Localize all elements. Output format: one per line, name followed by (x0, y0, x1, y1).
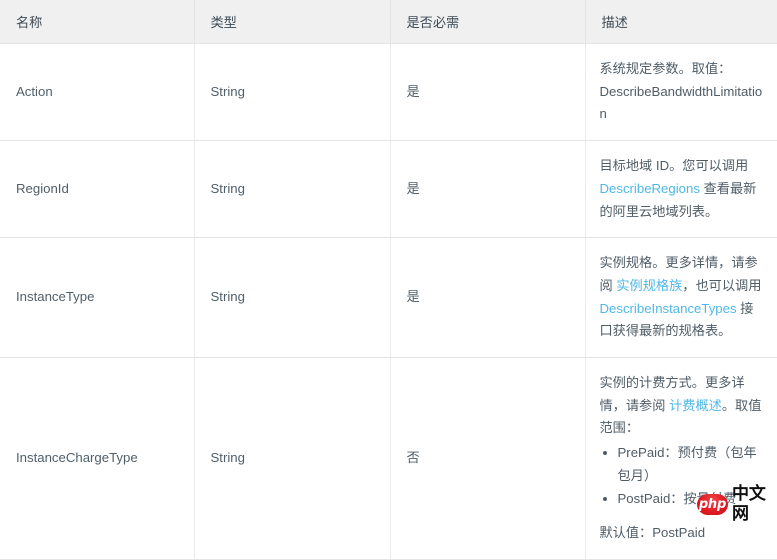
column-header-required: 是否必需 (390, 0, 586, 44)
description-segment: ，也可以调用 (682, 277, 762, 293)
describe-regions-link[interactable]: DescribeRegions (600, 181, 700, 196)
cell-parameter-description: 目标地域 ID。您可以调用 DescribeRegions 查看最新的阿里云地域… (585, 140, 777, 239)
description-segment: 系统规定参数。取值：DescribeBandwidthLimitation (599, 61, 763, 122)
api-parameter-table: 名称 类型 是否必需 描述 Action String 是 系统规定参数。取值：… (0, 0, 777, 560)
api-parameter-table-wrapper: 名称 类型 是否必需 描述 Action String 是 系统规定参数。取值：… (0, 0, 777, 560)
table-row: InstanceType String 是 实例规格。更多详情，请参阅 实例规格… (0, 237, 777, 359)
table-row: Action String 是 系统规定参数。取值：DescribeBandwi… (0, 43, 777, 142)
description-text: 实例规格。更多详情，请参阅 实例规格族，也可以调用 DescribeInstan… (600, 252, 764, 343)
cell-parameter-name: InstanceType (0, 237, 195, 359)
column-header-description: 描述 (585, 0, 777, 44)
table-body: Action String 是 系统规定参数。取值：DescribeBandwi… (0, 43, 777, 560)
list-item: PrePaid：预付费（包年包月） (618, 442, 764, 487)
table-header: 名称 类型 是否必需 描述 (0, 0, 777, 44)
table-row: InstanceChargeType String 否 实例的计费方式。更多详情… (0, 357, 777, 560)
table-header-row: 名称 类型 是否必需 描述 (0, 0, 777, 44)
cell-parameter-description: 实例规格。更多详情，请参阅 实例规格族，也可以调用 DescribeInstan… (585, 237, 777, 359)
cell-parameter-required: 是 (390, 237, 586, 359)
description-segment: 目标地域 ID。您可以调用 (599, 158, 749, 174)
cell-parameter-type: String (194, 237, 391, 359)
describe-instance-types-link[interactable]: DescribeInstanceTypes (600, 301, 737, 316)
instance-type-family-link[interactable]: 实例规格族 (616, 278, 682, 293)
description-text: 实例的计费方式。更多详情，请参阅 计费概述。取值范围： (600, 372, 764, 440)
cell-parameter-required: 否 (390, 357, 586, 560)
column-header-type: 类型 (194, 0, 391, 44)
description-text: 系统规定参数。取值：DescribeBandwidthLimitation (600, 58, 764, 126)
value-range-list: PrePaid：预付费（包年包月） PostPaid：按量付费 (600, 442, 764, 510)
cell-parameter-type: String (194, 140, 391, 239)
cell-parameter-required: 是 (390, 43, 586, 142)
cell-parameter-name: RegionId (0, 140, 195, 239)
cell-parameter-name: Action (0, 43, 195, 142)
column-header-name: 名称 (0, 0, 195, 44)
cell-parameter-description: 实例的计费方式。更多详情，请参阅 计费概述。取值范围： PrePaid：预付费（… (585, 357, 777, 560)
cell-parameter-description: 系统规定参数。取值：DescribeBandwidthLimitation (585, 43, 777, 142)
list-item: PostPaid：按量付费 (618, 488, 764, 511)
default-value-note: 默认值：PostPaid (599, 525, 706, 541)
cell-parameter-name: InstanceChargeType (0, 357, 195, 560)
cell-parameter-type: String (194, 357, 391, 560)
billing-overview-link[interactable]: 计费概述 (669, 398, 722, 413)
description-text: 目标地域 ID。您可以调用 DescribeRegions 查看最新的阿里云地域… (600, 155, 764, 223)
cell-parameter-type: String (194, 43, 391, 142)
table-row: RegionId String 是 目标地域 ID。您可以调用 Describe… (0, 140, 777, 239)
cell-parameter-required: 是 (390, 140, 586, 239)
